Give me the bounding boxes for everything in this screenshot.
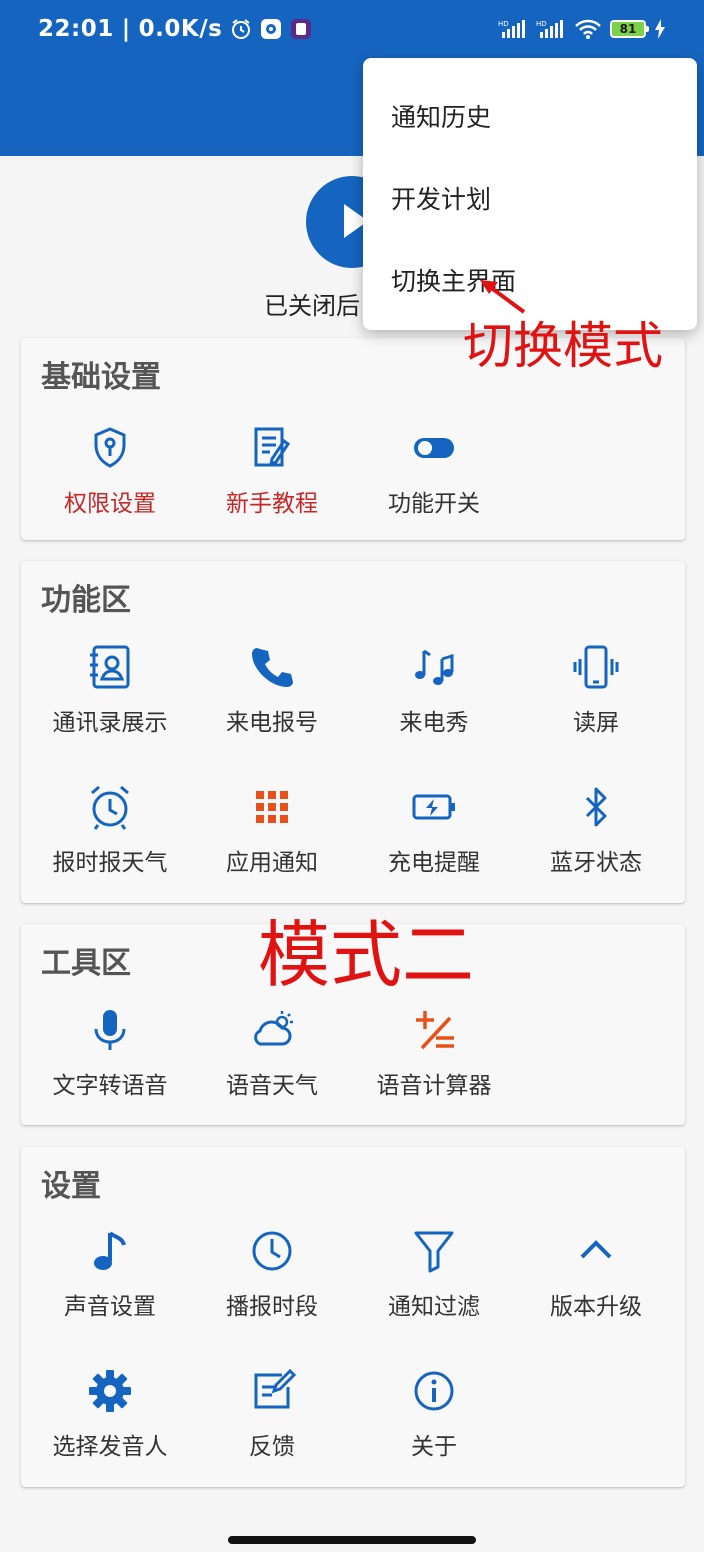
section-title: 设置 — [41, 1169, 101, 1204]
home-indicator[interactable] — [228, 1536, 476, 1544]
gear-icon — [89, 1370, 131, 1412]
contacts-item[interactable]: 通讯录展示 — [29, 643, 191, 737]
item-label: 来电秀 — [399, 710, 469, 736]
version-upgrade-item[interactable]: 版本升级 — [515, 1227, 677, 1321]
item-label: 选择发音人 — [52, 1434, 168, 1460]
item-label: 权限设置 — [64, 491, 156, 517]
item-label: 充电提醒 — [388, 850, 480, 876]
music-note-icon — [94, 1231, 126, 1270]
screen-reader-item[interactable]: 读屏 — [515, 643, 677, 737]
toggle-icon — [414, 438, 454, 458]
item-label: 文字转语音 — [52, 1073, 168, 1099]
item-label: 播报时段 — [226, 1294, 318, 1320]
menu-item-development-plan[interactable]: 开发计划 — [391, 180, 491, 216]
app-icon — [291, 19, 312, 39]
battery-level: 81 — [619, 22, 637, 36]
music-notes-icon — [415, 649, 454, 685]
caller-show-item[interactable]: 来电秀 — [353, 643, 515, 737]
settings-card: 设置 声音设置 播报时段 通知过滤 版本升级 选择发音人 反馈 关于 — [21, 1147, 685, 1487]
hd-signal-icon: HD — [536, 20, 563, 38]
select-voice-item[interactable]: 选择发音人 — [29, 1367, 191, 1461]
tutorial-icon — [254, 427, 291, 467]
edit-icon — [254, 1368, 296, 1409]
tutorial-item[interactable]: 新手教程 — [191, 424, 353, 518]
item-label: 声音设置 — [64, 1294, 156, 1320]
app-notification-item[interactable]: 应用通知 — [191, 783, 353, 877]
svg-text:HD: HD — [536, 20, 547, 28]
annotation-mode-two: 模式二 — [258, 913, 475, 997]
hd-signal-icon: HD — [498, 20, 525, 38]
time-weather-item[interactable]: 报时报天气 — [29, 783, 191, 877]
overflow-menu: 通知历史 开发计划 切换主界面 — [363, 58, 697, 330]
feature-switch-item[interactable]: 功能开关 — [353, 424, 515, 518]
phone-vibrate-icon — [573, 645, 619, 689]
bluetooth-status-item[interactable]: 蓝牙状态 — [515, 783, 677, 877]
status-bar: 22:01 | 0.0K/s HD HD 81 — [0, 0, 704, 60]
item-label: 来电报号 — [226, 710, 318, 736]
features-card: 功能区 通讯录展示 来电报号 来电秀 读屏 报时报天气 应用通知 充电提醒 蓝牙… — [21, 561, 685, 903]
charging-icon — [655, 19, 665, 39]
alarm-clock-icon — [91, 785, 129, 830]
item-label: 通知过滤 — [388, 1294, 480, 1320]
caller-announce-item[interactable]: 来电报号 — [191, 643, 353, 737]
menu-item-notification-history[interactable]: 通知历史 — [391, 98, 491, 134]
section-title: 工具区 — [41, 946, 131, 981]
status-time: 22:01 — [38, 16, 114, 42]
network-speed: 0.0K/s — [138, 16, 223, 42]
wifi-icon — [575, 19, 601, 39]
notification-filter-item[interactable]: 通知过滤 — [353, 1227, 515, 1321]
item-label: 报时报天气 — [52, 850, 168, 876]
section-title: 基础设置 — [41, 360, 161, 395]
item-label: 功能开关 — [388, 491, 480, 517]
microphone-icon — [94, 1010, 126, 1050]
sound-settings-item[interactable]: 声音设置 — [29, 1227, 191, 1321]
item-label: 语音计算器 — [376, 1073, 492, 1099]
filter-icon — [414, 1231, 454, 1273]
about-item[interactable]: 关于 — [353, 1367, 515, 1461]
phone-icon — [252, 648, 293, 687]
weather-icon — [254, 1011, 293, 1046]
item-label: 读屏 — [573, 710, 619, 736]
feedback-item[interactable]: 反馈 — [191, 1367, 353, 1461]
shield-key-icon — [94, 427, 126, 468]
charging-reminder-item[interactable]: 充电提醒 — [353, 783, 515, 877]
calculator-icon — [416, 1011, 454, 1050]
bluetooth-icon — [585, 787, 607, 827]
item-label: 蓝牙状态 — [550, 850, 642, 876]
service-status-text: 已关闭后 — [264, 292, 360, 320]
item-label: 语音天气 — [226, 1073, 318, 1099]
clock-icon — [252, 1231, 292, 1271]
voice-weather-item[interactable]: 语音天气 — [191, 1006, 353, 1100]
battery-icon: 81 — [610, 20, 649, 38]
svg-text:HD: HD — [498, 20, 509, 28]
chevron-up-icon — [580, 1240, 612, 1259]
item-label: 应用通知 — [226, 850, 318, 876]
apps-grid-icon — [256, 791, 288, 823]
item-label: 版本升级 — [550, 1294, 642, 1320]
contacts-icon — [90, 645, 130, 689]
text-to-speech-item[interactable]: 文字转语音 — [29, 1006, 191, 1100]
voice-calculator-item[interactable]: 语音计算器 — [353, 1006, 515, 1100]
battery-charging-icon — [412, 794, 455, 820]
gear-app-icon — [261, 19, 282, 39]
item-label: 关于 — [411, 1434, 457, 1460]
info-icon — [414, 1371, 454, 1411]
item-label: 反馈 — [249, 1434, 295, 1460]
broadcast-period-item[interactable]: 播报时段 — [191, 1227, 353, 1321]
alarm-icon — [232, 19, 251, 39]
item-label: 通讯录展示 — [52, 710, 168, 736]
section-title: 功能区 — [41, 583, 131, 618]
item-label: 新手教程 — [226, 491, 318, 517]
permission-settings-item[interactable]: 权限设置 — [29, 424, 191, 518]
annotation-switch-mode: 切换模式 — [463, 317, 663, 375]
